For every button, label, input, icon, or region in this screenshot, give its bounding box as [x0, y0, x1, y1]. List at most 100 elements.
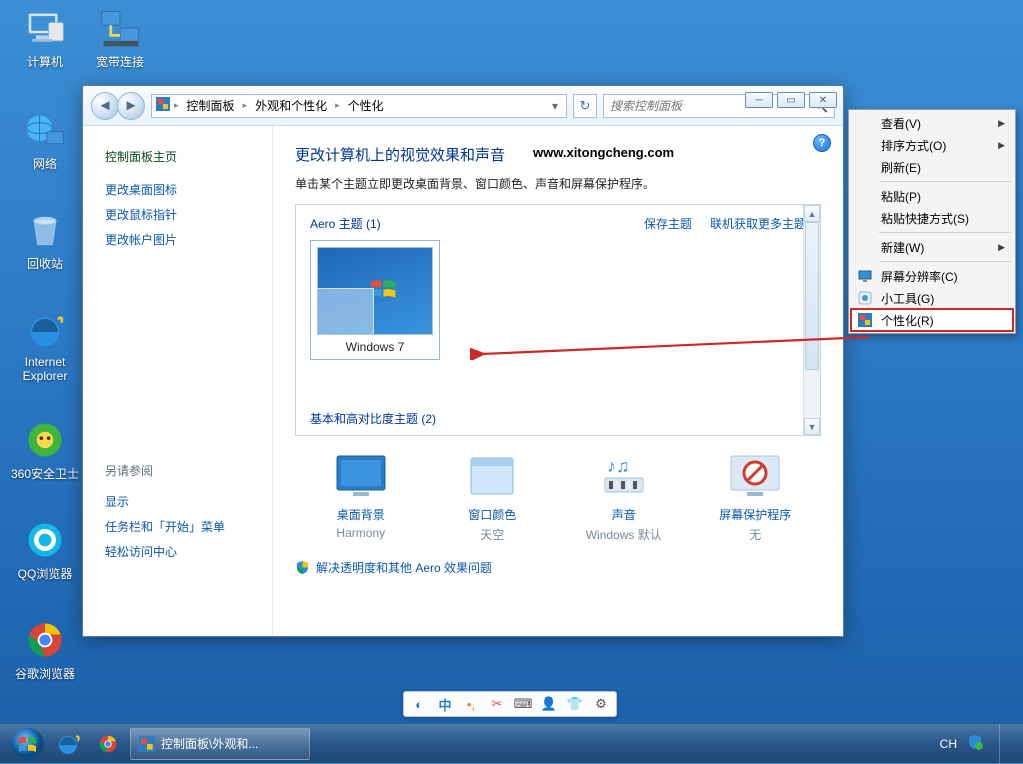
ctx-refresh[interactable]: 刷新(E)	[851, 156, 1013, 178]
seealso-ease[interactable]: 轻松访问中心	[105, 539, 258, 564]
lang-indicator[interactable]: CH	[940, 737, 957, 751]
ime-lang[interactable]: 中	[436, 695, 454, 713]
theme-windows7[interactable]: Windows 7	[310, 240, 440, 360]
personalize-small-icon	[139, 736, 155, 752]
desktop-icon-recycle[interactable]: 回收站	[10, 208, 80, 272]
breadcrumb-3[interactable]: 个性化	[344, 97, 388, 114]
ime-punct[interactable]: •,	[462, 695, 480, 713]
control-panel-window: ─ ▭ ✕ ◄ ► ▸ 控制面板 ▸ 外观和个性化 ▸ 个性化 ▾ ↻ 🔍 控制…	[82, 85, 844, 637]
window-color-icon	[464, 454, 520, 498]
ime-skin-icon[interactable]: 👕	[566, 695, 584, 713]
aero-troubleshoot-link[interactable]: 解决透明度和其他 Aero 效果问题	[295, 559, 821, 576]
ctx-sort[interactable]: 排序方式(O)▶	[851, 134, 1013, 156]
sidebar-link-account-pic[interactable]: 更改帐户图片	[105, 227, 258, 252]
setting-desktop-bg[interactable]: 桌面背景 Harmony	[301, 454, 421, 543]
taskbar-task-controlpanel[interactable]: 控制面板\外观和...	[130, 728, 310, 760]
get-more-themes-link[interactable]: 联机获取更多主题	[710, 215, 806, 232]
ctx-paste[interactable]: 粘贴(P)	[851, 185, 1013, 207]
nav-forward-button[interactable]: ►	[117, 92, 145, 120]
sidebar-home[interactable]: 控制面板主页	[105, 148, 258, 165]
seealso-taskbar[interactable]: 任务栏和「开始」菜单	[105, 514, 258, 539]
content-pane: ? 更改计算机上的视觉效果和声音 www.xitongcheng.com 单击某…	[273, 126, 843, 636]
seealso-display[interactable]: 显示	[105, 489, 258, 514]
setting-screensaver[interactable]: 屏幕保护程序 无	[695, 454, 815, 543]
ime-settings-icon[interactable]: ⚙	[592, 695, 610, 713]
setting-title: 屏幕保护程序	[695, 506, 815, 523]
save-theme-link[interactable]: 保存主题	[644, 215, 692, 232]
system-tray: CH	[940, 724, 1015, 764]
maximize-button[interactable]: ▭	[777, 92, 805, 108]
setting-value: Windows 默认	[564, 526, 684, 543]
personalize-icon	[857, 312, 873, 328]
sound-icon: ♪♫	[596, 454, 652, 498]
breadcrumb-2[interactable]: 外观和个性化	[251, 97, 331, 114]
desktop-icon-ie[interactable]: Internet Explorer	[10, 308, 80, 383]
ctx-paste-shortcut[interactable]: 粘贴快捷方式(S)	[851, 207, 1013, 229]
ctx-new[interactable]: 新建(W)▶	[851, 236, 1013, 258]
bottom-settings-row: 桌面背景 Harmony 窗口颜色 天空 ♪♫ 声音 Windows 默认 屏幕…	[295, 454, 821, 543]
desktop-icon-360[interactable]: 360安全卫士	[10, 418, 80, 482]
theme-listbox: Aero 主题 (1) 保存主题 联机获取更多主题 Windows 7 基本和高…	[295, 204, 821, 436]
toolbar: ◄ ► ▸ 控制面板 ▸ 外观和个性化 ▸ 个性化 ▾ ↻ 🔍	[83, 86, 843, 126]
svg-text:♪♫: ♪♫	[607, 456, 630, 476]
ctx-resolution[interactable]: 屏幕分辨率(C)	[851, 265, 1013, 287]
ime-toolbar[interactable]: ◐ 中 •, ✂ ⌨ 👤 👕 ⚙	[403, 691, 617, 717]
desktop-icon-chrome[interactable]: 谷歌浏览器	[10, 618, 80, 682]
setting-sound[interactable]: ♪♫ 声音 Windows 默认	[564, 454, 684, 543]
sidebar-link-desktop-icons[interactable]: 更改桌面图标	[105, 177, 258, 202]
label: 网络	[10, 155, 80, 172]
ctx-personalize[interactable]: 个性化(R)	[851, 309, 1013, 331]
sidebar: 控制面板主页 更改桌面图标 更改鼠标指针 更改帐户图片 另请参阅 显示 任务栏和…	[83, 126, 273, 636]
taskbar-ie[interactable]	[48, 728, 88, 760]
ctx-view[interactable]: 查看(V)▶	[851, 112, 1013, 134]
scroll-down[interactable]: ▼	[804, 418, 820, 435]
show-desktop-button[interactable]	[999, 724, 1009, 764]
label: 宽带连接	[85, 53, 155, 70]
label: Internet Explorer	[10, 355, 80, 383]
ime-scissors-icon[interactable]: ✂	[488, 695, 506, 713]
tray-shield-icon[interactable]	[967, 734, 983, 753]
start-button[interactable]	[8, 724, 48, 764]
hc-section-label: 基本和高对比度主题 (2)	[310, 410, 436, 427]
desktop-bg-icon	[333, 454, 389, 498]
setting-value: 无	[695, 526, 815, 543]
scroll-up[interactable]: ▲	[804, 205, 820, 222]
seealso-label: 另请参阅	[105, 462, 258, 479]
setting-title: 桌面背景	[301, 506, 421, 523]
nav-back-button[interactable]: ◄	[91, 92, 119, 120]
ime-person-icon[interactable]: 👤	[540, 695, 558, 713]
context-menu: 查看(V)▶ 排序方式(O)▶ 刷新(E) 粘贴(P) 粘贴快捷方式(S) 新建…	[848, 109, 1016, 334]
chrome-icon	[23, 618, 67, 662]
desktop-icon-broadband[interactable]: 宽带连接	[85, 6, 155, 70]
ctx-sep	[879, 261, 1011, 262]
breadcrumb-1[interactable]: 控制面板	[183, 97, 239, 114]
label: 谷歌浏览器	[10, 665, 80, 682]
theme-scrollbar[interactable]: ▲ ▼	[803, 205, 820, 435]
computer-icon	[23, 6, 67, 50]
watermark: www.xitongcheng.com	[533, 145, 674, 160]
sidebar-link-mouse-pointer[interactable]: 更改鼠标指针	[105, 202, 258, 227]
ime-keyboard-icon[interactable]: ⌨	[514, 695, 532, 713]
taskbar-chrome[interactable]	[88, 728, 128, 760]
360-icon	[23, 418, 67, 462]
help-button[interactable]: ?	[813, 134, 831, 152]
setting-value: 天空	[432, 526, 552, 543]
minimize-button[interactable]: ─	[745, 92, 773, 108]
desktop-icon-network[interactable]: 网络	[10, 108, 80, 172]
close-button[interactable]: ✕	[809, 92, 837, 108]
address-bar[interactable]: ▸ 控制面板 ▸ 外观和个性化 ▸ 个性化 ▾	[151, 94, 567, 118]
address-dropdown[interactable]: ▾	[548, 99, 562, 113]
desktop-icon-qqbrowser[interactable]: QQ浏览器	[10, 518, 80, 582]
ime-user-icon[interactable]: ◐	[410, 695, 428, 713]
desktop-icon-computer[interactable]: 计算机	[10, 6, 80, 70]
window-controls: ─ ▭ ✕	[745, 92, 837, 108]
refresh-button[interactable]: ↻	[573, 94, 597, 118]
aero-troubleshoot-text: 解决透明度和其他 Aero 效果问题	[316, 559, 492, 576]
setting-window-color[interactable]: 窗口颜色 天空	[432, 454, 552, 543]
scroll-thumb[interactable]	[805, 222, 819, 370]
ctx-gadgets[interactable]: 小工具(G)	[851, 287, 1013, 309]
setting-value: Harmony	[301, 526, 421, 540]
monitor-icon	[857, 268, 873, 284]
theme-preview	[317, 247, 433, 335]
setting-title: 窗口颜色	[432, 506, 552, 523]
